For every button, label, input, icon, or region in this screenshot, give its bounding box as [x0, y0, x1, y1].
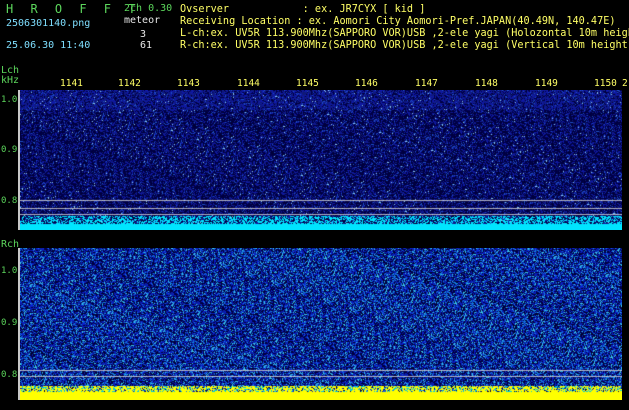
lch-spectrogram — [20, 90, 622, 230]
xtick-1149: 1149 — [535, 78, 558, 89]
datetime-label: 25.06.30 11:40 — [6, 40, 91, 51]
lch-ytick-1: 1.0 — [1, 95, 18, 105]
location-info: Receiving Location : ex. Aomori City Aom… — [180, 16, 616, 27]
xtick-1150: 1150 — [594, 78, 617, 89]
rch-info: R-ch:ex. UV5R 113.900Mhz(SAPPORO VOR)USB… — [180, 40, 629, 51]
xtick-1144: 1144 — [237, 78, 260, 89]
meteor-count-right: 61 — [140, 40, 153, 51]
xtick-1147: 1147 — [415, 78, 438, 89]
xtick-1146: 1146 — [355, 78, 378, 89]
rch-ytick-3: 0.8 — [1, 370, 18, 380]
meteor-label: meteor — [124, 15, 161, 26]
lch-ytick-3: 0.8 — [1, 196, 18, 206]
lch-unit: kHz — [1, 75, 20, 86]
rch-ytick-1: 1.0 — [1, 266, 18, 276]
filename-label: 2506301140.png — [6, 18, 91, 29]
xtick-1145: 1145 — [296, 78, 319, 89]
app-logo: H R O F F T — [6, 2, 141, 16]
version-label: 2ch 0.30 — [124, 3, 173, 14]
xtick-1143: 1143 — [177, 78, 200, 89]
xtick-1142: 1142 — [118, 78, 141, 89]
observer-info: Ovserver : ex. JR7CYX [ kid ] — [180, 4, 426, 15]
lch-ytick-2: 0.9 — [1, 145, 18, 155]
meteor-count-left: 3 — [140, 29, 147, 40]
rch-spectrogram — [20, 248, 622, 400]
xtick-1141: 1141 — [60, 78, 83, 89]
rch-label: Rch — [1, 239, 20, 250]
lch-info: L-ch:ex. UV5R 113.900Mhz(SAPPORO VOR)USB… — [180, 28, 629, 39]
rch-ytick-2: 0.9 — [1, 318, 18, 328]
xtick-2: 2 — [622, 78, 628, 89]
xtick-1148: 1148 — [475, 78, 498, 89]
